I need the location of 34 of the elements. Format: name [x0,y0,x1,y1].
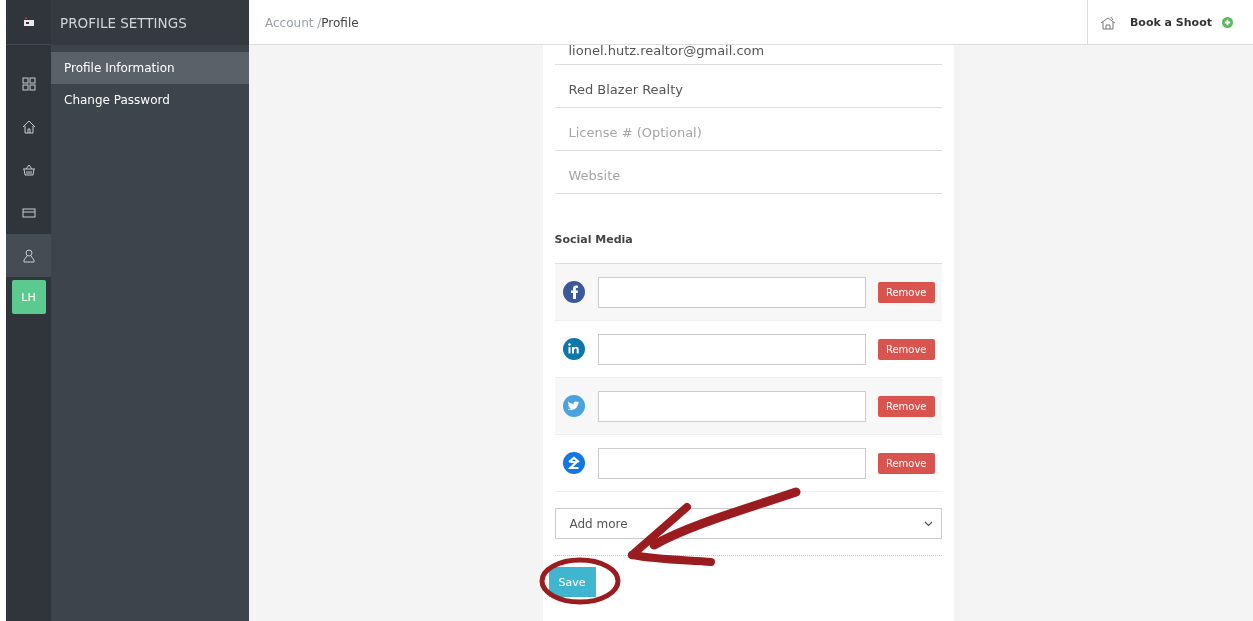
rail-item[interactable] [6,234,51,277]
grid-icon [21,76,36,91]
input-field[interactable] [597,447,866,479]
sidebar-item[interactable]: Profile Information [51,52,249,84]
remove-button[interactable]: Remove [877,452,935,474]
zillow-icon [561,451,586,475]
remove-button[interactable]: Remove [877,395,935,417]
home-icon [21,119,36,134]
text-field[interactable]: Website [554,151,942,194]
remove-button[interactable]: Remove [877,281,935,303]
input-field[interactable] [597,276,866,308]
sidebar-title: PROFILE SETTINGS [51,0,249,45]
input-field[interactable] [597,333,866,365]
sidebar-item[interactable]: Change Password [51,84,249,116]
remove-button[interactable]: Remove [877,338,935,360]
add-icon[interactable] [1222,17,1233,28]
select-field[interactable]: Add more [554,508,942,539]
book-shoot-link[interactable]: Book a Shoot [1129,16,1212,29]
basket-icon [21,162,36,177]
avatar[interactable]: LH [11,280,46,314]
text-field[interactable]: lionel.hutz.realtor@gmail.com [554,45,942,65]
text-field[interactable]: Red Blazer Realty [554,65,942,108]
house-icon [1099,15,1116,30]
chevron-icon [923,520,933,527]
text-field[interactable]: License # (Optional) [554,108,942,151]
card-icon [21,205,36,220]
input-field[interactable] [597,390,866,422]
twitter-icon [561,394,586,418]
linkedin-icon [561,337,586,361]
user-icon [21,248,36,263]
save-button[interactable]: Save [548,567,596,597]
breadcrumb: Account /Profile [264,15,359,30]
facebook-icon [561,280,586,304]
logo-icon [22,17,35,27]
